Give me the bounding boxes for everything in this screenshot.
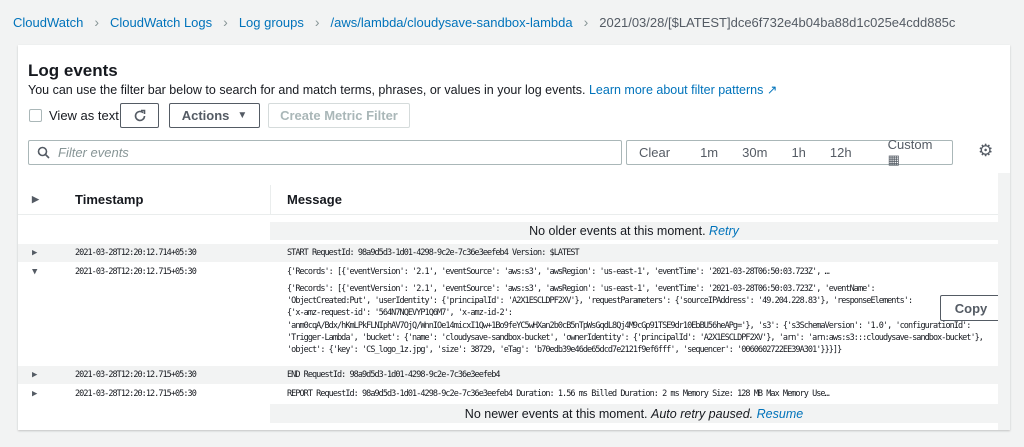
log-events-panel: Log events You can use the filter bar be… bbox=[18, 45, 1010, 430]
breadcrumb-log-groups[interactable]: Log groups bbox=[239, 15, 304, 30]
no-newer-text: No newer events at this moment. bbox=[464, 406, 648, 421]
row-message: REPORT RequestId: 98a9d5d3-1d01-4298-9c2… bbox=[287, 388, 830, 399]
range-1h[interactable]: 1h bbox=[779, 145, 817, 160]
refresh-button[interactable] bbox=[120, 103, 159, 128]
view-as-text-checkbox[interactable] bbox=[29, 109, 42, 122]
row-timestamp: 2021-03-28T12:20:12.715+05:30 bbox=[75, 267, 197, 277]
expand-all-icon[interactable]: ▶ bbox=[32, 194, 39, 205]
expand-icon[interactable]: ▶ bbox=[32, 248, 37, 258]
expand-icon[interactable]: ▶ bbox=[32, 389, 37, 399]
breadcrumb-cloudwatch-logs[interactable]: CloudWatch Logs bbox=[110, 15, 212, 30]
row-message: {'Records': [{'eventVersion': '2.1', 'ev… bbox=[287, 267, 830, 277]
refresh-icon bbox=[134, 109, 145, 121]
log-row[interactable]: ▶ 2021-03-28T12:20:12.714+05:30 START Requ… bbox=[18, 244, 998, 262]
chevron-right-icon: › bbox=[583, 14, 589, 30]
range-30m[interactable]: 30m bbox=[730, 145, 779, 160]
page-title: Log events bbox=[28, 61, 118, 80]
log-detail: {'Records': [{'eventVersion': '2.1', 'ev… bbox=[287, 284, 984, 356]
retry-link[interactable]: Retry bbox=[709, 224, 739, 238]
resume-link[interactable]: Resume bbox=[757, 407, 804, 421]
header-message[interactable]: Message bbox=[287, 192, 992, 207]
chevron-right-icon: › bbox=[314, 14, 320, 30]
table-header: ▶ Timestamp Message bbox=[18, 185, 998, 215]
actions-label: Actions bbox=[181, 108, 230, 123]
breadcrumb-log-group[interactable]: /aws/lambda/cloudysave-sandbox-lambda bbox=[331, 15, 573, 30]
breadcrumb: CloudWatch › CloudWatch Logs › Log groups ›… bbox=[13, 14, 1013, 30]
external-link-icon: ↗ bbox=[766, 83, 778, 97]
view-as-text-label: View as text bbox=[49, 108, 119, 123]
log-row-expanded[interactable]: ▼ 2021-03-28T12:20:12.715+05:30 {'Records'… bbox=[18, 262, 998, 282]
expand-icon[interactable]: ▶ bbox=[32, 370, 37, 380]
row-timestamp: 2021-03-28T12:20:12.715+05:30 bbox=[75, 388, 197, 399]
breadcrumb-log-stream: 2021/03/28/[$LATEST]dce6f732e4b04ba88d1c… bbox=[599, 14, 956, 30]
filter-events-input[interactable]: Filter events bbox=[28, 140, 622, 165]
custom-label: Custom bbox=[887, 137, 933, 152]
filter-placeholder: Filter events bbox=[58, 145, 129, 160]
learn-more-text: Learn more about filter patterns bbox=[588, 83, 764, 97]
collapse-icon[interactable]: ▼ bbox=[32, 267, 37, 277]
range-clear[interactable]: Clear bbox=[627, 145, 688, 160]
log-row[interactable]: ▶ 2021-03-28T12:20:12.715+05:30 REPORT Req… bbox=[18, 384, 998, 403]
range-12h[interactable]: 12h bbox=[818, 145, 864, 160]
range-custom[interactable]: Custom ▦ bbox=[864, 137, 957, 168]
log-row[interactable]: ▶ 2021-03-28T12:20:12.715+05:30 END Reques… bbox=[18, 366, 998, 384]
description-text: You can use the filter bar below to sear… bbox=[28, 83, 586, 97]
calendar-icon: ▦ bbox=[887, 152, 900, 167]
range-1m[interactable]: 1m bbox=[688, 145, 730, 160]
header-timestamp[interactable]: Timestamp bbox=[75, 192, 143, 207]
no-newer-events: No newer events at this moment. Auto ret… bbox=[270, 404, 998, 423]
create-metric-filter-button[interactable]: Create Metric Filter bbox=[268, 103, 410, 128]
caret-down-icon: ▼ bbox=[237, 110, 248, 121]
auto-retry-text: Auto retry paused. bbox=[651, 406, 754, 421]
settings-gear-icon[interactable]: ⚙ bbox=[978, 141, 993, 161]
row-timestamp: 2021-03-28T12:20:12.715+05:30 bbox=[75, 370, 197, 380]
time-range-selector: Clear 1m 30m 1h 12h Custom ▦ bbox=[626, 137, 953, 167]
actions-button[interactable]: Actions ▼ bbox=[169, 103, 260, 128]
breadcrumb-cloudwatch[interactable]: CloudWatch bbox=[13, 15, 83, 30]
panel-description: You can use the filter bar below to sear… bbox=[28, 82, 988, 97]
scrollbar[interactable] bbox=[998, 173, 1010, 430]
chevron-right-icon: › bbox=[94, 14, 99, 30]
learn-more-link[interactable]: Learn more about filter patterns ↗ bbox=[589, 83, 777, 97]
row-message: END RequestId: 98a9d5d3-1d01-4298-9c2e-7… bbox=[287, 370, 500, 380]
copy-button[interactable]: Copy bbox=[940, 295, 1002, 321]
no-older-text: No older events at this moment. bbox=[529, 224, 706, 238]
row-message: START RequestId: 98a9d5d3-1d01-4298-9c2e… bbox=[287, 248, 580, 258]
chevron-right-icon: › bbox=[223, 14, 228, 30]
search-icon bbox=[37, 146, 50, 159]
no-older-events: No older events at this moment. Retry bbox=[270, 222, 998, 240]
row-timestamp: 2021-03-28T12:20:12.714+05:30 bbox=[75, 248, 197, 258]
